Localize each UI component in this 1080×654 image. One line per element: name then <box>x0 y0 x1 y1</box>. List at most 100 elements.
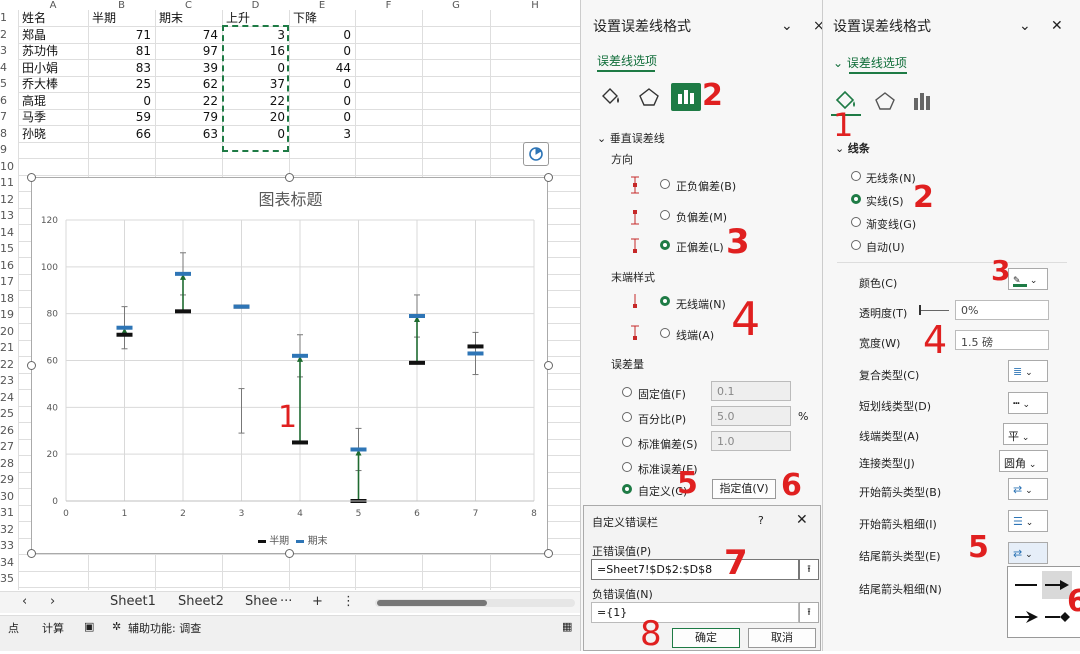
tab-sheet1[interactable]: Sheet1 <box>110 594 156 609</box>
direction-plus-label[interactable]: 正偏差(L) <box>676 239 724 255</box>
arrow-option-stealth[interactable] <box>1012 605 1040 629</box>
cell[interactable]: 乔大棒 <box>22 76 84 93</box>
std-dev-label[interactable]: 标准偏差(S) <box>638 436 698 452</box>
row-header-28[interactable]: 28 <box>0 456 18 473</box>
row-header-11[interactable]: 11 <box>0 175 18 192</box>
row-header-33[interactable]: 33 <box>0 538 18 555</box>
negative-error-input[interactable]: ={1} <box>591 602 799 623</box>
row-header-5[interactable]: 5 <box>0 76 18 93</box>
cancel-button[interactable]: 取消 <box>748 628 816 648</box>
cell[interactable]: 22 <box>159 93 218 110</box>
row-header-24[interactable]: 24 <box>0 390 18 407</box>
row-header-21[interactable]: 21 <box>0 340 18 357</box>
cell[interactable]: 0 <box>293 76 351 93</box>
dash-type-dropdown[interactable]: ┅ ⌄ <box>1008 392 1048 414</box>
pane2-close-icon[interactable]: ✕ <box>1051 18 1063 34</box>
positive-error-input[interactable]: =Sheet7!$D$2:$D$8 <box>591 559 799 580</box>
row-header-19[interactable]: 19 <box>0 307 18 324</box>
pane1-section-tab[interactable]: 误差线选项 <box>597 52 657 69</box>
percentage-label[interactable]: 百分比(P) <box>638 411 686 427</box>
chart-styles-icon[interactable] <box>523 142 549 166</box>
row-header-17[interactable]: 17 <box>0 274 18 291</box>
resize-handle-r[interactable] <box>544 361 553 370</box>
tab-more[interactable]: ··· <box>280 594 292 609</box>
resize-handle-br[interactable] <box>544 549 553 558</box>
cell[interactable]: 0 <box>293 93 351 110</box>
row-header-16[interactable]: 16 <box>0 258 18 275</box>
transparency-input[interactable]: 0% <box>955 300 1049 320</box>
cell[interactable]: 3 <box>293 126 351 143</box>
solid-line-radio[interactable] <box>851 194 861 204</box>
cell[interactable]: 0 <box>293 109 351 126</box>
row-header-6[interactable]: 6 <box>0 93 18 110</box>
cell[interactable]: 苏功伟 <box>22 43 84 60</box>
row-header-3[interactable]: 3 <box>0 43 18 60</box>
row-header-13[interactable]: 13 <box>0 208 18 225</box>
row-header-20[interactable]: 20 <box>0 324 18 341</box>
row-header-22[interactable]: 22 <box>0 357 18 374</box>
row-header-18[interactable]: 18 <box>0 291 18 308</box>
join-type-dropdown[interactable]: 圆角 ⌄ <box>999 450 1048 472</box>
cell[interactable]: 半期 <box>92 10 151 27</box>
cell[interactable]: 63 <box>159 126 218 143</box>
cell[interactable]: 25 <box>92 76 151 93</box>
horizontal-scrollbar[interactable] <box>375 599 575 607</box>
cell[interactable]: 62 <box>159 76 218 93</box>
effects-icon[interactable] <box>637 86 661 108</box>
tab-sheet2[interactable]: Sheet2 <box>178 594 224 609</box>
resize-handle-l[interactable] <box>27 361 36 370</box>
width-input[interactable]: 1.5 磅 <box>955 330 1049 350</box>
gradient-line-label[interactable]: 渐变线(G) <box>866 216 916 232</box>
column-header-g[interactable]: G <box>422 0 490 11</box>
arrow-option-none[interactable] <box>1012 573 1040 597</box>
color-picker[interactable]: ✎ ⌄ <box>1008 268 1048 290</box>
no-cap-label[interactable]: 无线端(N) <box>676 296 726 312</box>
column-header-c[interactable]: C <box>155 0 222 11</box>
accessibility-icon[interactable]: ✲ <box>112 620 121 633</box>
row-header-15[interactable]: 15 <box>0 241 18 258</box>
cell[interactable]: 59 <box>92 109 151 126</box>
cap-label[interactable]: 线端(A) <box>676 327 714 343</box>
macro-icon[interactable]: ▣ <box>84 620 94 633</box>
cap-type-dropdown[interactable]: 平 ⌄ <box>1003 423 1048 445</box>
cell[interactable]: 39 <box>159 60 218 77</box>
row-header-23[interactable]: 23 <box>0 373 18 390</box>
cell[interactable]: 0 <box>293 27 351 44</box>
column-header-d[interactable]: D <box>222 0 289 11</box>
solid-line-label[interactable]: 实线(S) <box>866 193 904 209</box>
end-arrow-type-dropdown[interactable]: ⇄ ⌄ <box>1008 542 1048 564</box>
fixed-value-radio[interactable] <box>622 387 632 397</box>
transparency-slider[interactable] <box>919 310 949 311</box>
cell[interactable]: 0 <box>293 43 351 60</box>
tab-options[interactable]: ⋮ <box>342 594 355 609</box>
vertical-error-bars-group[interactable]: ⌄ 垂直误差线 <box>597 130 665 146</box>
cell[interactable]: 田小娟 <box>22 60 84 77</box>
row-header-4[interactable]: 4 <box>0 60 18 77</box>
column-header-e[interactable]: E <box>289 0 355 11</box>
auto-line-radio[interactable] <box>851 240 861 250</box>
no-line-radio[interactable] <box>851 171 861 181</box>
chart-object[interactable]: 图表标题 0 20 40 60 80 100 120 0 1 2 3 4 5 6 7 8 半期 期末 <box>31 177 548 554</box>
pane2-section-tab[interactable]: ⌄ 误差线选项 <box>833 54 907 71</box>
cell[interactable]: 66 <box>92 126 151 143</box>
chart-legend[interactable]: 半期 期末 <box>258 532 328 547</box>
normal-view-icon[interactable]: ▦ <box>562 620 572 633</box>
begin-arrow-size-dropdown[interactable]: ☰ ⌄ <box>1008 510 1048 532</box>
resize-handle-t[interactable] <box>285 173 294 182</box>
row-header-27[interactable]: 27 <box>0 439 18 456</box>
column-header-f[interactable]: F <box>355 0 422 11</box>
cell[interactable]: 马季 <box>22 109 84 126</box>
status-accessibility[interactable]: 辅助功能: 调查 <box>128 620 201 636</box>
row-header-30[interactable]: 30 <box>0 489 18 506</box>
cell[interactable]: 下降 <box>293 10 351 27</box>
positive-range-collapse-icon[interactable]: ⭱ <box>799 559 819 580</box>
effects-icon-2[interactable] <box>873 90 897 112</box>
tab-scroll-left[interactable]: ‹ <box>22 594 27 609</box>
cell[interactable]: 高琨 <box>22 93 84 110</box>
transparency-slider-thumb[interactable] <box>919 305 921 315</box>
row-header-9[interactable]: 9 <box>0 142 18 159</box>
resize-handle-bl[interactable] <box>27 549 36 558</box>
row-header-31[interactable]: 31 <box>0 505 18 522</box>
pane1-collapse-icon[interactable]: ⌄ <box>781 18 793 34</box>
ok-button[interactable]: 确定 <box>672 628 740 648</box>
